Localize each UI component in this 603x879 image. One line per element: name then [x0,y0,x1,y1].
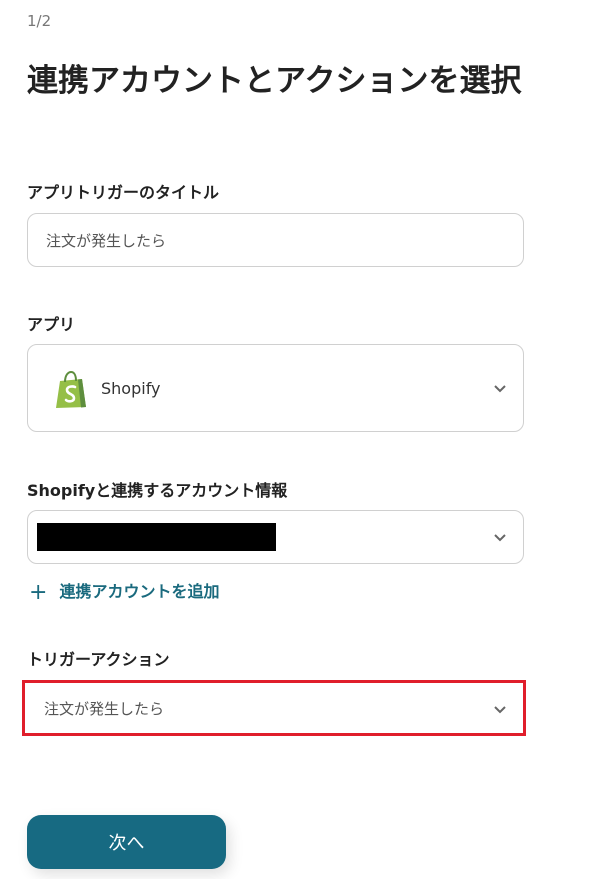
account-select[interactable] [27,510,524,564]
chevron-down-icon [494,706,506,714]
chevron-down-icon [494,534,506,542]
shopify-bag-icon [56,371,86,408]
page-title: 連携アカウントとアクションを選択 [27,63,522,99]
trigger-action-value: 注文が発生したら [44,700,165,718]
trigger-action-label: トリガーアクション [27,650,170,669]
plus-icon: + [29,580,48,605]
trigger-action-select[interactable]: 注文が発生したら [25,683,523,733]
account-label: Shopifyと連携するアカウント情報 [27,481,288,500]
trigger-title-label: アプリトリガーのタイトル [27,183,220,202]
add-account-label: 連携アカウントを追加 [59,582,220,601]
add-account-link[interactable]: + 連携アカウントを追加 [29,578,219,605]
trigger-title-input[interactable] [27,213,524,267]
next-button[interactable]: 次へ [27,815,226,869]
app-label: アプリ [27,315,76,334]
app-name: Shopify [101,379,161,398]
chevron-down-icon [494,385,506,393]
redacted-account-name [37,523,276,551]
app-select[interactable]: Shopify [27,344,524,432]
step-indicator: 1/2 [27,12,52,30]
